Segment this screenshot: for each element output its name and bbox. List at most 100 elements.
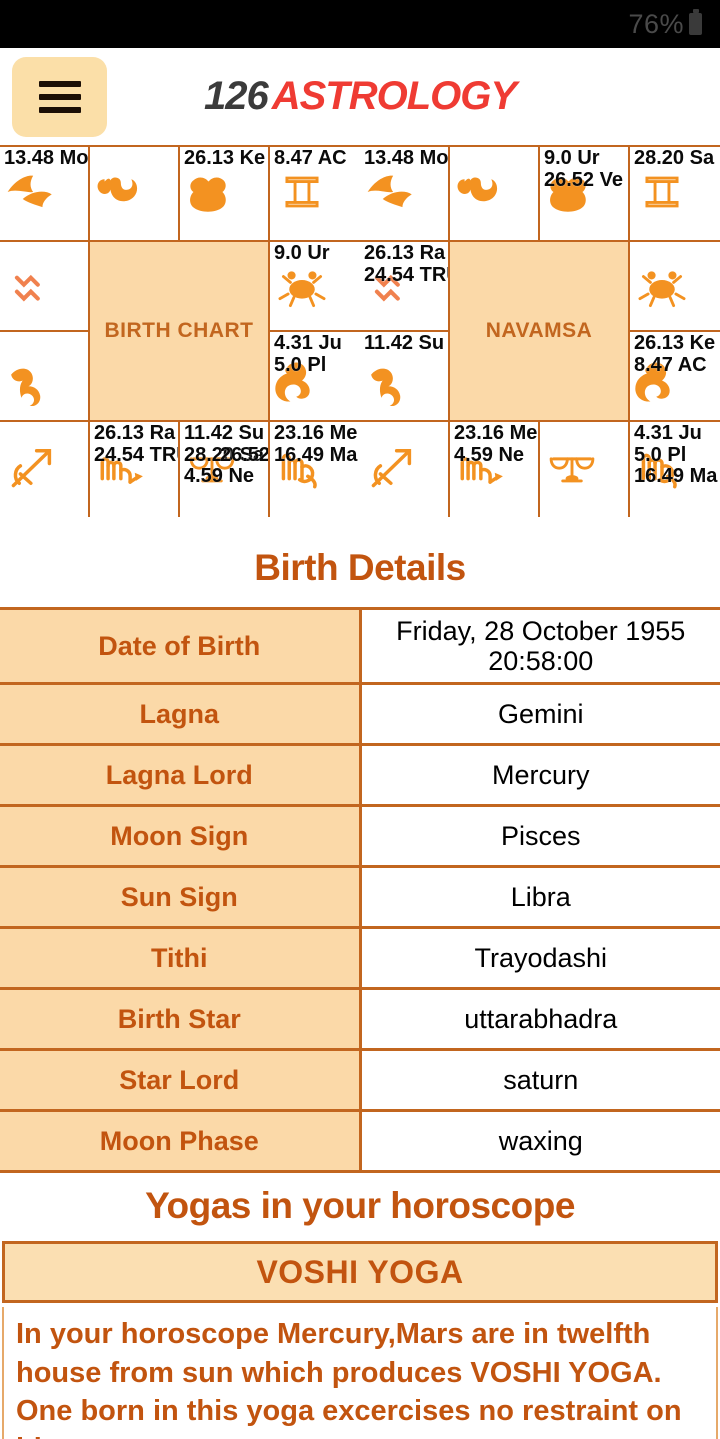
detail-value-line: saturn <box>503 1065 579 1096</box>
menu-bar-3 <box>38 106 81 113</box>
planet-positions <box>0 332 88 333</box>
planet-position: 9.0 Ur <box>274 242 330 264</box>
planet-position: 16.49 Ma <box>634 465 718 488</box>
chart-house-r1c1: 13.48 Mo <box>0 147 90 242</box>
planet-positions: 4.31 Ju 5.0 Pl <box>270 332 360 376</box>
table-row: Lagna Lord Mercury <box>0 744 720 806</box>
planet-positions <box>540 422 628 423</box>
brand-number: 126 <box>203 74 269 118</box>
table-row: Moon Sign Pisces <box>0 805 720 867</box>
planet-positions: 11.42 Su26.52 EV28.20 Sa4.59 Ne <box>180 422 268 488</box>
planet-positions: 26.13 Ra24.54 TRU <box>360 242 448 286</box>
chart-house-r2c1: 26.13 Ra24.54 TRU <box>360 242 450 332</box>
planet-position: 4.59 Ne <box>184 465 255 488</box>
capricorn-zodiac-icon <box>361 348 423 407</box>
yogas-title: Yogas in your horoscope <box>145 1185 575 1227</box>
chart-house-r3c1 <box>0 332 90 422</box>
chart-house-r3c4: 26.13 Ke 8.47 AC <box>630 332 720 422</box>
planet-position: 23.16 Me <box>274 422 358 444</box>
planet-position: 26.13 Ra <box>94 422 176 444</box>
planet-positions: 26.13 Ra24.54 TRU <box>90 422 178 466</box>
planet-positions: 13.48 Mo <box>360 147 448 170</box>
chart-house-r4c4: 23.16 Me 16.49 Ma <box>270 422 360 517</box>
planet-position: 13.48 Mo <box>4 147 89 169</box>
planet-positions <box>90 147 178 148</box>
planet-position-overlap: 26.52 EV <box>220 443 270 466</box>
planet-positions: 4.31 Ju 5.0 Pl 16.49 Ma <box>630 422 720 488</box>
detail-key: Birth Star <box>0 988 362 1050</box>
chart-house-r4c4: 4.31 Ju 5.0 Pl 16.49 Ma <box>630 422 720 517</box>
detail-value-line: Mercury <box>491 760 590 791</box>
status-bar: 76% <box>0 0 720 48</box>
planet-positions <box>360 422 448 423</box>
planet-position: 5.0 Pl <box>274 353 327 376</box>
detail-value-line: Friday, 28 October 1955 <box>396 616 686 646</box>
planet-position: 13.48 Mo <box>364 147 449 169</box>
planet-position: 4.31 Ju <box>274 332 342 354</box>
planet-position: 8.47 AC <box>274 147 347 169</box>
pisces-zodiac-icon <box>361 163 423 221</box>
aquarius-zodiac-icon <box>1 258 63 316</box>
app-header: 126 ASTROLOGY <box>0 48 720 145</box>
planet-positions: 23.16 Me 16.49 Ma <box>270 422 360 466</box>
chart-house-r1c1: 13.48 Mo <box>360 147 450 242</box>
taurus-zodiac-icon <box>181 163 243 221</box>
planet-position: 11.42 Su <box>364 332 445 354</box>
aries-zodiac-icon <box>451 163 513 221</box>
planet-positions: 28.20 Sa <box>630 147 720 170</box>
yoga-description: In your horoscope Mercury,Mars are in tw… <box>2 1307 718 1439</box>
chart-house-r3c4: 4.31 Ju 5.0 Pl <box>270 332 360 422</box>
detail-key: Moon Sign <box>0 805 362 867</box>
detail-value: Gemini <box>360 683 720 745</box>
detail-value: waxing <box>360 1110 720 1172</box>
menu-bar-2 <box>38 93 81 100</box>
planet-positions: 13.48 Mo <box>0 147 88 170</box>
navamsa-chart[interactable]: 13.48 Mo 9.0 Ur 26.52 Ve 28.20 Sa 26.13 Ra 24… <box>360 145 720 517</box>
chart-house-r2c1 <box>0 242 90 332</box>
planet-position: 16.49 Ma <box>274 443 358 466</box>
detail-value-line: Gemini <box>497 699 584 730</box>
chart-house-r4c2: 26.13 Ra24.54 TRU <box>90 422 180 517</box>
detail-value: saturn <box>360 1049 720 1111</box>
birth-chart[interactable]: 13.48 Mo 26.13 Ke 8.47 AC BIRTH CHART 9.0 Ur… <box>0 145 360 517</box>
planet-positions <box>630 242 720 243</box>
planet-positions: 26.13 Ke <box>180 147 268 170</box>
detail-key: Sun Sign <box>0 866 362 928</box>
battery-icon <box>689 9 702 35</box>
pisces-zodiac-icon <box>1 163 63 221</box>
planet-positions <box>0 422 88 423</box>
detail-value: Libra <box>360 866 720 928</box>
battery-percent-label: 76% <box>628 8 684 39</box>
detail-value-line: uttarabhadra <box>464 1004 618 1035</box>
chart-center-label-box: BIRTH CHART <box>90 242 270 422</box>
planet-position: 28.20 Sa <box>634 147 715 169</box>
detail-key: Tithi <box>0 927 362 989</box>
detail-value: uttarabhadra <box>360 988 720 1050</box>
birth-details-table: Date of Birth Friday, 28 October 1955 20:5… <box>0 607 720 1173</box>
planet-position: 26.13 Ke <box>634 332 716 354</box>
detail-value-line: waxing <box>498 1126 583 1157</box>
table-row: Star Lord saturn <box>0 1049 720 1111</box>
chart-house-r4c1 <box>0 422 90 517</box>
planet-position: 26.52 Ve <box>544 168 623 191</box>
menu-bar-1 <box>38 80 81 87</box>
detail-value: Trayodashi <box>360 927 720 989</box>
detail-value: Pisces <box>360 805 720 867</box>
table-row: Tithi Trayodashi <box>0 927 720 989</box>
planet-positions: 23.16 Me 4.59 Ne <box>450 422 538 466</box>
planet-position: 23.16 Me <box>454 422 538 444</box>
charts-row: 13.48 Mo 26.13 Ke 8.47 AC BIRTH CHART 9.0 Ur… <box>0 145 720 517</box>
planet-position: 4.31 Ju <box>634 422 702 444</box>
capricorn-zodiac-icon <box>1 348 63 407</box>
chart-house-r4c3 <box>540 422 630 517</box>
planet-position: 8.47 AC <box>634 353 707 376</box>
cancer-zodiac-icon <box>271 258 333 316</box>
planet-positions <box>0 242 88 243</box>
detail-key: Lagna <box>0 683 362 745</box>
planet-position: 24.54 TRU <box>364 263 448 286</box>
chart-house-r4c3: 11.42 Su26.52 EV28.20 Sa4.59 Ne <box>180 422 270 517</box>
chart-center-label-box: NAVAMSA <box>450 242 630 422</box>
aries-zodiac-icon <box>91 163 153 221</box>
hamburger-menu-icon[interactable] <box>12 56 107 137</box>
yoga-name-header: VOSHI YOGA <box>2 1241 718 1304</box>
